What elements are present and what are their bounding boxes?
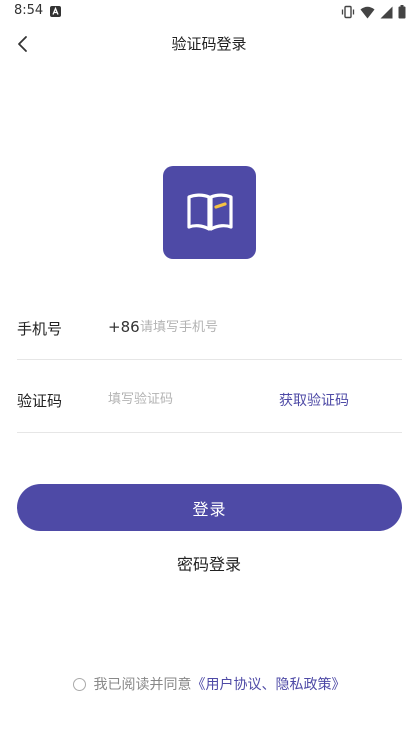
- phone-divider: [17, 359, 402, 360]
- phone-input[interactable]: [140, 313, 390, 341]
- phone-row: 手机号 +86: [17, 307, 402, 347]
- password-login-row: 密码登录: [0, 551, 418, 575]
- agree-checkbox[interactable]: [72, 677, 86, 691]
- login-button[interactable]: 登录: [17, 484, 402, 531]
- country-code[interactable]: +86: [108, 318, 140, 336]
- nav-bar: 验证码登录: [0, 26, 418, 62]
- battery-icon: [398, 5, 406, 19]
- page-title: 验证码登录: [171, 35, 247, 53]
- get-code-button[interactable]: 获取验证码: [279, 390, 349, 410]
- wifi-icon: [360, 6, 375, 19]
- a-square-icon: [50, 6, 61, 17]
- code-divider: [17, 432, 402, 433]
- agreement-link[interactable]: 《用户协议、隐私政策》: [192, 674, 346, 694]
- open-book-icon: [186, 193, 233, 231]
- agreement: 我已阅读并同意 《用户协议、隐私政策》: [0, 673, 418, 695]
- code-label: 验证码: [17, 392, 63, 410]
- code-input[interactable]: [108, 385, 258, 413]
- agreement-text: 我已阅读并同意: [93, 677, 192, 693]
- status-bar: 8:54: [0, 0, 418, 24]
- phone-label: 手机号: [17, 320, 63, 338]
- password-login-link[interactable]: 密码登录: [177, 555, 241, 574]
- signal-icon: [380, 6, 393, 19]
- vibrate-icon: [341, 5, 355, 19]
- code-row: 验证码 获取验证码: [17, 379, 402, 419]
- status-icons: [341, 4, 406, 20]
- status-time: 8:54: [14, 3, 44, 18]
- app-logo: [163, 166, 256, 259]
